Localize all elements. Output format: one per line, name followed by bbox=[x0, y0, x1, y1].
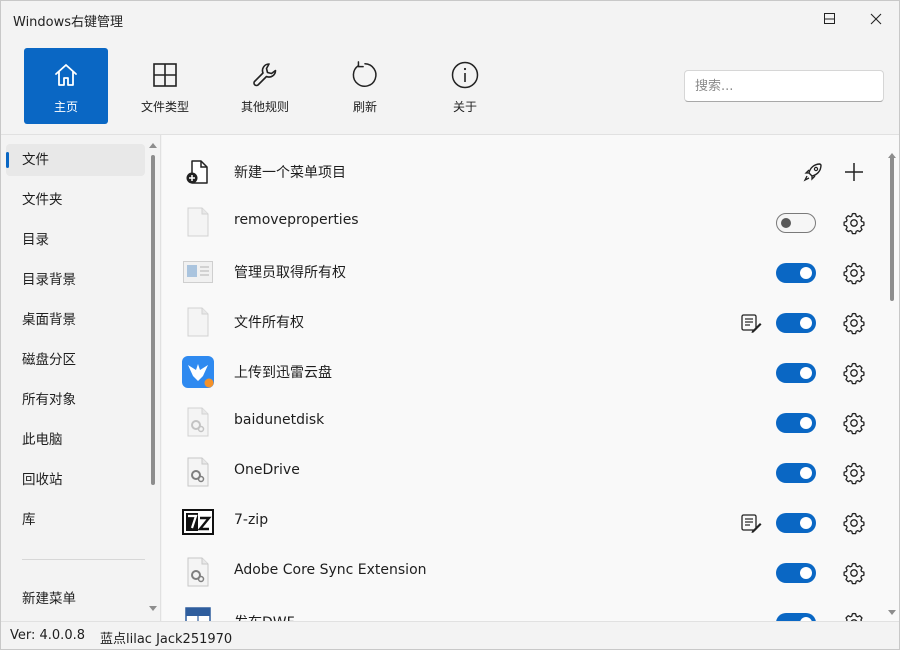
sidebar-scroll-down-icon[interactable] bbox=[148, 605, 158, 613]
gear-icon[interactable] bbox=[842, 561, 866, 585]
list-item-new[interactable]: 新建一个菜单项目 bbox=[162, 147, 882, 197]
gear-icon[interactable] bbox=[842, 411, 866, 435]
enable-toggle[interactable] bbox=[776, 413, 816, 433]
title-bar: Windows右键管理 bbox=[1, 1, 899, 37]
add-icon[interactable] bbox=[843, 161, 865, 183]
sidebar-item-new-menu[interactable]: 新建菜单 bbox=[6, 583, 145, 615]
toolbar-about-label: 关于 bbox=[452, 100, 477, 114]
list-item-removeproperties[interactable]: removeproperties bbox=[162, 197, 882, 247]
toolbar-home-label: 主页 bbox=[53, 100, 78, 114]
toolbar-home-button[interactable]: 主页 bbox=[24, 48, 108, 124]
sidebar-item-recycle-bin[interactable]: 回收站 bbox=[6, 464, 145, 496]
close-icon bbox=[870, 13, 882, 25]
sevenzip-icon bbox=[182, 506, 214, 538]
enable-toggle[interactable] bbox=[776, 563, 816, 583]
list-item-label: 新建一个菜单项目 bbox=[234, 165, 346, 181]
gear-file-icon bbox=[182, 406, 214, 438]
status-bar: Ver: 4.0.0.8 蓝点lilac Jack251970 bbox=[1, 621, 899, 649]
maximize-icon[interactable] bbox=[824, 13, 835, 24]
list-item-take-ownership[interactable]: 管理员取得所有权 bbox=[162, 247, 882, 297]
gear-icon[interactable] bbox=[842, 361, 866, 385]
window-file-icon bbox=[182, 256, 214, 288]
sidebar-item-all-objects[interactable]: 所有对象 bbox=[6, 384, 145, 416]
sidebar-item-desktop-background[interactable]: 桌面背景 bbox=[6, 304, 145, 336]
sidebar-item-folder[interactable]: 文件夹 bbox=[6, 184, 145, 216]
list-item-label: 7-zip bbox=[234, 512, 269, 528]
list-item-baidunetdisk[interactable]: baidunetdisk bbox=[162, 397, 882, 447]
toolbar-refresh-label: 刷新 bbox=[352, 100, 377, 114]
gear-icon[interactable] bbox=[842, 311, 866, 335]
gear-icon[interactable] bbox=[842, 261, 866, 285]
edit-icon[interactable] bbox=[740, 312, 762, 334]
info-icon bbox=[450, 60, 480, 90]
list-item-file-ownership[interactable]: 文件所有权 bbox=[162, 297, 882, 347]
enable-toggle[interactable] bbox=[776, 213, 816, 233]
list-item-label: 文件所有权 bbox=[234, 315, 304, 331]
blank-file-icon bbox=[182, 306, 214, 338]
xunlei-bird-icon bbox=[182, 356, 214, 388]
list-item-xunlei[interactable]: 上传到迅雷云盘 bbox=[162, 347, 882, 397]
search-input[interactable] bbox=[684, 70, 884, 102]
gear-icon[interactable] bbox=[842, 211, 866, 235]
sidebar-item-directory-background[interactable]: 目录背景 bbox=[6, 264, 145, 296]
list-item-label: Adobe Core Sync Extension bbox=[234, 562, 427, 578]
list-item-adobe-core-sync[interactable]: Adobe Core Sync Extension bbox=[162, 547, 882, 597]
gear-icon[interactable] bbox=[842, 511, 866, 535]
sidebar: 文件 文件夹 目录 目录背景 桌面背景 磁盘分区 所有对象 此电脑 回收站 库 … bbox=[1, 135, 161, 621]
dwf-icon bbox=[182, 606, 214, 621]
toolbar-filetypes-label: 文件类型 bbox=[140, 100, 189, 114]
new-file-icon bbox=[182, 156, 214, 188]
sidebar-item-library[interactable]: 库 bbox=[6, 504, 145, 536]
list-item-7zip[interactable]: 7-zip bbox=[162, 497, 882, 547]
toolbar-about-button[interactable]: 关于 bbox=[423, 48, 507, 124]
sidebar-divider bbox=[22, 559, 145, 560]
enable-toggle[interactable] bbox=[776, 263, 816, 283]
sidebar-item-file[interactable]: 文件 bbox=[6, 144, 145, 176]
toolbar-refresh-button[interactable]: 刷新 bbox=[323, 48, 407, 124]
list-item-label: baidunetdisk bbox=[234, 412, 325, 428]
rocket-icon[interactable] bbox=[802, 161, 824, 183]
refresh-icon bbox=[350, 60, 380, 90]
list-item-label: OneDrive bbox=[234, 462, 300, 478]
sidebar-item-drive[interactable]: 磁盘分区 bbox=[6, 344, 145, 376]
app-window: Windows右键管理 主页 文件类型 其他规则 刷新 关于 搜索... 文件 … bbox=[0, 0, 900, 650]
close-button[interactable] bbox=[853, 1, 899, 37]
grid-icon bbox=[150, 60, 180, 90]
gear-icon[interactable] bbox=[842, 461, 866, 485]
sidebar-item-this-pc[interactable]: 此电脑 bbox=[6, 424, 145, 456]
enable-toggle[interactable] bbox=[776, 513, 816, 533]
home-icon bbox=[51, 60, 81, 90]
gear-icon[interactable] bbox=[842, 611, 866, 621]
sidebar-scroll-up-icon[interactable] bbox=[148, 141, 158, 149]
sidebar-item-directory[interactable]: 目录 bbox=[6, 224, 145, 256]
blank-file-icon bbox=[182, 206, 214, 238]
list-item-label: 发布DWF bbox=[234, 612, 295, 621]
toolbar-rules-label: 其他规则 bbox=[240, 100, 289, 114]
list-scrollbar-thumb[interactable] bbox=[890, 155, 894, 301]
toolbar-rules-button[interactable]: 其他规则 bbox=[223, 48, 307, 124]
enable-toggle[interactable] bbox=[776, 613, 816, 621]
wrench-icon bbox=[250, 60, 280, 90]
list-item-label: 管理员取得所有权 bbox=[234, 265, 346, 281]
menu-item-list: 新建一个菜单项目 removeproperties 管理员取得所有权 文件所有权… bbox=[162, 135, 899, 621]
toolbar: 主页 文件类型 其他规则 刷新 关于 bbox=[1, 37, 899, 135]
gear-file-icon bbox=[182, 456, 214, 488]
toolbar-filetypes-button[interactable]: 文件类型 bbox=[123, 48, 207, 124]
gear-file-icon bbox=[182, 556, 214, 588]
window-title: Windows右键管理 bbox=[13, 15, 124, 30]
list-item-label: 上传到迅雷云盘 bbox=[234, 365, 332, 381]
list-item-onedrive[interactable]: OneDrive bbox=[162, 447, 882, 497]
enable-toggle[interactable] bbox=[776, 463, 816, 483]
enable-toggle[interactable] bbox=[776, 363, 816, 383]
version-text: Ver: 4.0.0.8 bbox=[10, 628, 85, 643]
list-item-label: removeproperties bbox=[234, 212, 359, 228]
sidebar-scrollbar-thumb[interactable] bbox=[151, 155, 155, 485]
list-item-publish-dwf[interactable]: 发布DWF bbox=[162, 597, 882, 621]
list-scroll-down-icon[interactable] bbox=[887, 609, 897, 617]
author-text[interactable]: 蓝点lilac Jack251970 bbox=[100, 628, 232, 647]
enable-toggle[interactable] bbox=[776, 313, 816, 333]
edit-icon[interactable] bbox=[740, 512, 762, 534]
